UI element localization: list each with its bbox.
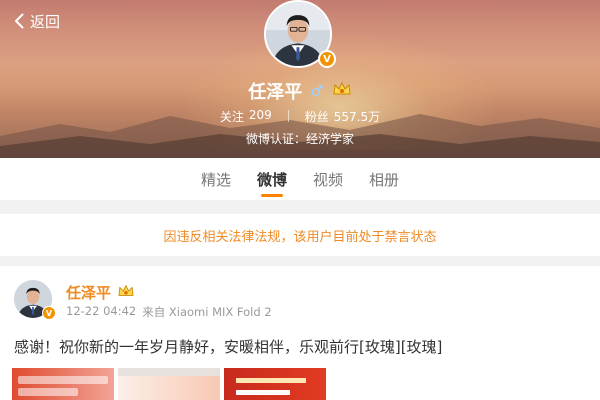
tab-album[interactable]: 相册 <box>369 158 399 200</box>
post-author-row: 任泽平 <box>66 282 135 303</box>
profile-header: 返回 V 任泽平 ♂ 关注 209 粉丝 557.5万 微博认证：经济学家 <box>0 0 600 158</box>
back-chevron-icon <box>15 13 24 29</box>
tab-video[interactable]: 视频 <box>313 158 343 200</box>
post-source: 来自 Xiaomi MIX Fold 2 <box>142 305 272 319</box>
ban-notice-text: 因违反相关法律法规，该用户目前处于禁言状态 <box>163 229 437 245</box>
image-content-placeholder <box>18 376 108 384</box>
member-crown-icon[interactable] <box>332 81 352 101</box>
tab-label: 视频 <box>313 170 344 189</box>
back-label: 返回 <box>30 12 61 31</box>
post-meta: 12-22 04:42 来自 Xiaomi MIX Fold 2 <box>66 304 272 320</box>
stats-divider <box>287 110 289 122</box>
post-card[interactable]: V 任泽平 12-22 04:42 来自 Xiaomi MIX Fold 2 感… <box>0 266 600 400</box>
followers-label: 粉丝 <box>304 110 329 124</box>
following-stat[interactable]: 关注 209 <box>220 108 272 125</box>
following-label: 关注 <box>219 110 244 124</box>
male-icon: ♂ <box>310 82 324 100</box>
member-crown-icon[interactable] <box>117 283 135 302</box>
followers-count: 557.5万 <box>333 110 381 124</box>
profile-username: 任泽平 <box>248 82 303 103</box>
followers-stat[interactable]: 粉丝 557.5万 <box>305 108 380 125</box>
image-content-placeholder <box>118 368 220 376</box>
post-image[interactable] <box>12 368 114 400</box>
profile-tabs: 精选 微博 视频 相册 <box>0 158 600 200</box>
post-image[interactable] <box>224 368 326 400</box>
tab-label: 微博 <box>256 170 287 189</box>
back-button[interactable]: 返回 <box>14 10 60 32</box>
profile-name-row: 任泽平 ♂ <box>0 78 600 104</box>
image-content-placeholder <box>18 388 78 396</box>
verified-v-icon: V <box>42 306 56 320</box>
following-count: 209 <box>248 108 272 122</box>
profile-avatar-wrapper[interactable]: V <box>264 0 336 70</box>
active-tab-indicator <box>260 194 283 197</box>
tab-featured[interactable]: 精选 <box>201 158 231 200</box>
post-image[interactable] <box>118 368 220 400</box>
tab-label: 相册 <box>369 170 400 189</box>
post-avatar-wrapper[interactable]: V <box>14 280 56 320</box>
post-image-grid <box>12 368 326 400</box>
image-content-placeholder <box>236 378 306 383</box>
post-timestamp: 12-22 04:42 <box>66 304 137 318</box>
verified-v-icon: V <box>318 50 336 68</box>
profile-stats: 关注 209 粉丝 557.5万 <box>0 108 600 125</box>
tab-label: 精选 <box>200 170 231 189</box>
ban-notice: 因违反相关法律法规，该用户目前处于禁言状态 <box>0 214 600 256</box>
image-content-placeholder <box>236 390 290 395</box>
post-text: 感谢！祝你新的一年岁月静好，安暖相伴，乐观前行[玫瑰][玫瑰] <box>14 338 443 356</box>
post-author-name[interactable]: 任泽平 <box>66 282 111 303</box>
tab-weibo[interactable]: 微博 <box>257 158 287 200</box>
verification-info: 微博认证：经济学家 <box>245 132 354 146</box>
